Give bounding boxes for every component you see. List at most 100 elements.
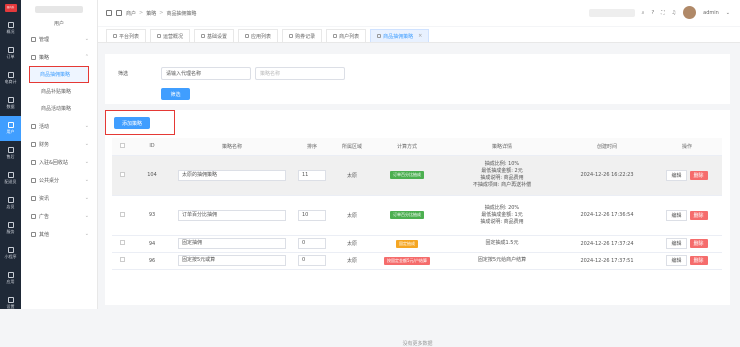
chevron-down-icon: ⌄	[84, 36, 89, 42]
row-select-cell	[112, 252, 132, 270]
row-sort-input[interactable]: 11	[298, 169, 326, 181]
close-icon[interactable]: ×	[418, 33, 422, 39]
edit-button[interactable]: 编辑	[666, 209, 687, 221]
sidebar-item-subsidy-strategy[interactable]: 商品补贴策略	[21, 83, 97, 100]
row-sort-input[interactable]: 0	[298, 255, 326, 266]
row-region: 太原	[332, 252, 372, 270]
rail-item[interactable]: 应用	[0, 266, 21, 291]
row-name-input[interactable]: 太原的抽佣策略	[178, 169, 286, 181]
tab-label: 商品抽佣策略	[383, 33, 414, 40]
row-name-cell: 固定按5元或算	[172, 252, 292, 270]
method-badge: 固定抽成	[396, 239, 418, 248]
activity-icon	[31, 123, 36, 129]
row-select-cell	[112, 195, 132, 236]
sidebar-group-other[interactable]: 其他 ⌄	[21, 225, 97, 243]
row-name-input[interactable]: 订单百分比抽佣	[178, 209, 286, 221]
row-checkbox[interactable]	[119, 240, 125, 245]
agent-name-input[interactable]: 请输入代理名称	[161, 67, 251, 80]
avatar[interactable]	[683, 6, 697, 19]
delete-button[interactable]: 删除	[689, 239, 708, 248]
help-icon[interactable]: ?	[651, 10, 654, 16]
breadcrumb-item[interactable]: 商户	[126, 10, 136, 17]
rail-item[interactable]: 店员	[0, 191, 21, 216]
delete-button[interactable]: 删除	[689, 170, 708, 180]
col-actions: 操作	[652, 138, 722, 156]
manage-icon	[31, 36, 36, 42]
sidebar-group-manage[interactable]: 管理 ⌄	[21, 30, 97, 48]
logo-text: 国内外	[4, 4, 17, 12]
edit-button[interactable]: 编辑	[666, 238, 687, 249]
sidebar-group-strategy[interactable]: 策略 ⌃	[21, 48, 97, 66]
bell-icon[interactable]: ♫	[672, 10, 676, 16]
edit-button[interactable]: 编辑	[666, 169, 687, 181]
sidebar-group-ads[interactable]: 广告 ⌄	[21, 207, 97, 225]
row-detail: 抽成比例: 20% 最低抽成金额: 1元 抽成说明: 商品费用	[442, 195, 562, 236]
delete-button[interactable]: 删除	[689, 256, 708, 265]
strategy-name-input[interactable]: 策略名称	[255, 67, 345, 80]
tab-label: 基础设置	[207, 33, 228, 40]
row-checkbox[interactable]	[119, 171, 125, 177]
row-select-cell	[112, 235, 132, 253]
row-actions: 编辑 删除	[652, 155, 722, 196]
sidebar-group-news[interactable]: 资讯 ⌄	[21, 189, 97, 207]
filter-button[interactable]: 筛选	[161, 88, 190, 100]
row-sort-input[interactable]: 10	[298, 209, 326, 221]
sidebar-item-commission-strategy[interactable]: 商品抽佣策略	[29, 66, 89, 83]
rail-item[interactable]: 设置	[0, 291, 21, 316]
breadcrumb-item[interactable]: 策略	[146, 10, 156, 17]
fullscreen-icon[interactable]: ⛶	[661, 10, 665, 16]
rail-item[interactable]: 服务	[0, 216, 21, 241]
row-checkbox[interactable]	[119, 211, 125, 217]
row-name-input[interactable]: 固定按5元或算	[178, 255, 286, 266]
row-time: 2024-12-26 17:37:24	[562, 235, 652, 253]
rail-item-label: 用户	[6, 129, 15, 134]
tab[interactable]: 商户列表	[326, 29, 367, 42]
rail-item[interactable]: 配送员	[0, 166, 21, 191]
chevron-down-icon: ⌄	[84, 141, 89, 147]
tab[interactable]: 购券记录	[282, 29, 323, 42]
username[interactable]: admin	[703, 10, 719, 16]
col-id[interactable]: ID	[132, 138, 172, 156]
add-strategy-button[interactable]: 添加策略	[114, 117, 150, 129]
refresh-icon[interactable]	[116, 10, 122, 16]
tab-label: 应用列表	[251, 33, 272, 40]
miniapp-icon	[7, 247, 14, 253]
edit-button[interactable]: 编辑	[666, 255, 687, 266]
rail-item[interactable]: 售后	[0, 141, 21, 166]
rail-item[interactable]: 小程序	[0, 241, 21, 266]
rail-item[interactable]: 用户	[0, 116, 21, 141]
rail-item[interactable]: 数据	[0, 91, 21, 116]
select-all-checkbox[interactable]	[119, 142, 125, 148]
sidebar-item-activity-strategy[interactable]: 商品活动策略	[21, 100, 97, 117]
rail-item[interactable]: 订单	[0, 41, 21, 66]
group-label: 资讯	[39, 195, 50, 202]
strategy-table: ID 策略名称 排序 所属区域 计算方式 策略详情 创建时间 操作 104 太原…	[112, 138, 722, 270]
group-label: 入驻&回收站	[39, 159, 68, 166]
detail-line: 不抽成项目: 商户再送补偿	[472, 182, 532, 188]
row-sort-input[interactable]: 0	[298, 238, 326, 249]
delete-button[interactable]: 删除	[689, 210, 708, 220]
search-icon[interactable]: ⌕	[642, 10, 645, 16]
chevron-down-icon[interactable]: ⌄	[726, 10, 730, 16]
ads-icon	[31, 213, 36, 219]
sidebar-group-settle[interactable]: 入驻&回收站 ⌄	[21, 153, 97, 171]
tab[interactable]: 运营概况	[150, 29, 191, 42]
tab[interactable]: 平台列表	[106, 29, 147, 42]
table-row: 94 固定抽佣 0 太原 固定抽成 固定抽成1.5元 2024-12-26 17…	[112, 235, 722, 253]
store-switch-placeholder[interactable]	[588, 8, 635, 17]
tab[interactable]: 商品抽佣策略 ×	[370, 29, 430, 42]
collapse-menu-icon[interactable]	[106, 10, 112, 16]
rail-item-label: 应用	[6, 279, 15, 284]
rail-item[interactable]: 电商计	[0, 66, 21, 91]
row-name-input[interactable]: 固定抽佣	[178, 238, 286, 249]
tab[interactable]: 基础设置	[194, 29, 235, 42]
row-checkbox[interactable]	[119, 257, 125, 262]
sidebar-group-activity[interactable]: 活动 ⌄	[21, 117, 97, 135]
sidebar-group-finance[interactable]: 财务 ⌄	[21, 135, 97, 153]
rail-item[interactable]: 概况	[0, 16, 21, 41]
logo[interactable]: 国内外	[0, 0, 21, 16]
detail-line: 固定按5元给商户结算	[477, 257, 527, 263]
sidebar-group-public[interactable]: 公共桌分 ⌄	[21, 171, 97, 189]
detail-line: 抽成比例: 10%	[484, 161, 520, 167]
tab[interactable]: 应用列表	[238, 29, 279, 42]
